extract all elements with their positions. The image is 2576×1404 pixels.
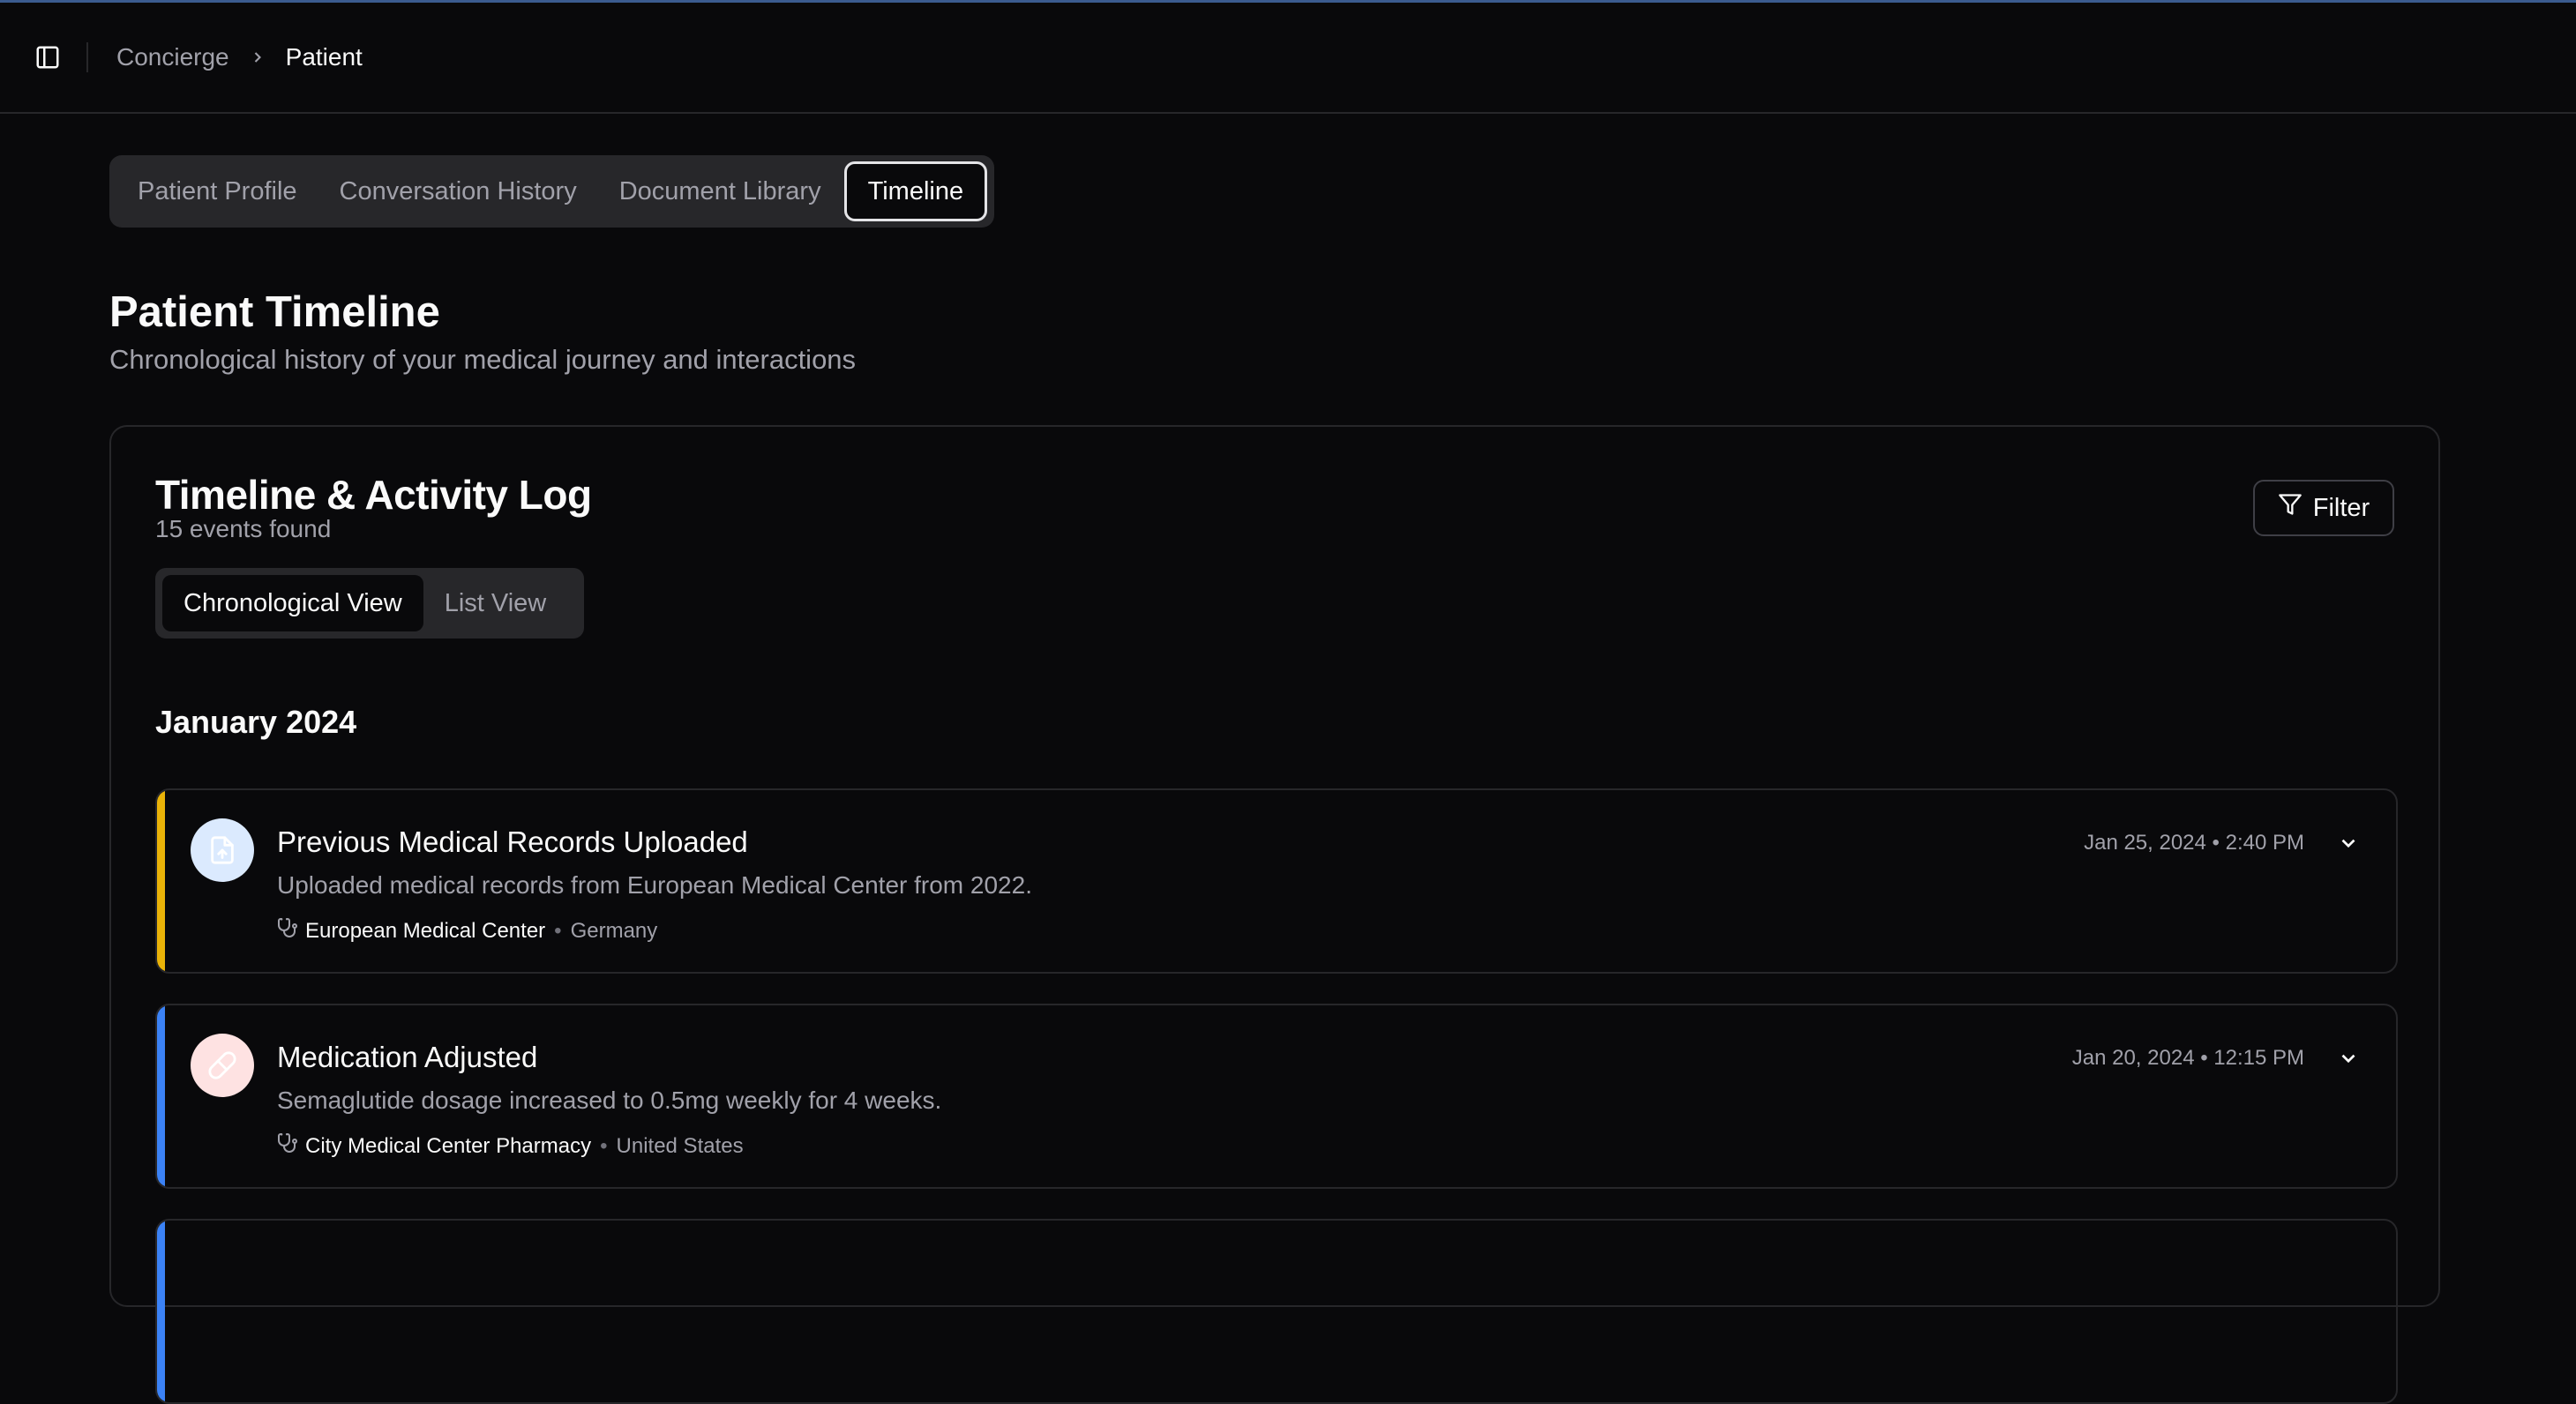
stethoscope-icon [277, 917, 298, 945]
filter-icon [2278, 492, 2303, 524]
filter-label: Filter [2312, 493, 2370, 522]
meta-separator: • [600, 1133, 608, 1158]
month-heading: January 2024 [155, 704, 357, 740]
view-toggle: Chronological View List View [155, 568, 584, 639]
event-location: United States [616, 1133, 744, 1158]
tab-conversation-history[interactable]: Conversation History [318, 161, 598, 221]
event-meta: City Medical Center Pharmacy • United St… [277, 1132, 744, 1160]
timeline-event[interactable] [155, 1219, 2398, 1404]
timeline-event[interactable]: Medication Adjusted Semaglutide dosage i… [155, 1004, 2398, 1189]
tab-timeline[interactable]: Timeline [843, 161, 988, 221]
chevron-down-icon[interactable] [2336, 1046, 2361, 1071]
page-title: Patient Timeline [109, 288, 440, 336]
sidebar-toggle-icon[interactable] [32, 41, 64, 73]
header-divider [86, 42, 88, 72]
event-meta: European Medical Center • Germany [277, 917, 657, 945]
chronological-view-option[interactable]: Chronological View [162, 575, 423, 631]
event-description: Uploaded medical records from European M… [277, 871, 1032, 899]
event-accent-bar [157, 790, 165, 972]
filter-button[interactable]: Filter [2253, 480, 2394, 536]
pill-icon [191, 1034, 254, 1097]
meta-separator: • [554, 918, 562, 943]
event-count: 15 events found [155, 515, 332, 542]
event-accent-bar [157, 1221, 165, 1402]
chevron-right-icon [249, 49, 266, 66]
event-title: Medication Adjusted [277, 1041, 538, 1073]
file-upload-icon [191, 818, 254, 882]
event-description: Semaglutide dosage increased to 0.5mg we… [277, 1087, 942, 1114]
event-date: Jan 20, 2024 • 12:15 PM [2071, 1046, 2304, 1070]
patient-tabs: Patient Profile Conversation History Doc… [109, 155, 995, 228]
stethoscope-icon [277, 1132, 298, 1160]
event-title: Previous Medical Records Uploaded [277, 825, 748, 858]
tab-patient-profile[interactable]: Patient Profile [116, 161, 318, 221]
timeline-event[interactable]: Previous Medical Records Uploaded Upload… [155, 788, 2398, 974]
event-provider: City Medical Center Pharmacy [305, 1133, 592, 1158]
event-location: Germany [570, 918, 658, 943]
event-date: Jan 25, 2024 • 2:40 PM [2084, 831, 2304, 855]
timeline-card: Timeline & Activity Log 15 events found … [109, 425, 2440, 1404]
list-view-option[interactable]: List View [423, 575, 568, 631]
event-provider: European Medical Center [305, 918, 546, 943]
page-subtitle: Chronological history of your medical jo… [109, 344, 857, 375]
card-title: Timeline & Activity Log [155, 472, 592, 518]
chevron-down-icon[interactable] [2336, 831, 2361, 855]
breadcrumb-concierge[interactable]: Concierge [116, 43, 229, 71]
top-header: Concierge Patient [0, 3, 2576, 114]
tab-document-library[interactable]: Document Library [598, 161, 842, 221]
breadcrumb-patient: Patient [285, 43, 363, 71]
event-accent-bar [157, 1005, 165, 1187]
